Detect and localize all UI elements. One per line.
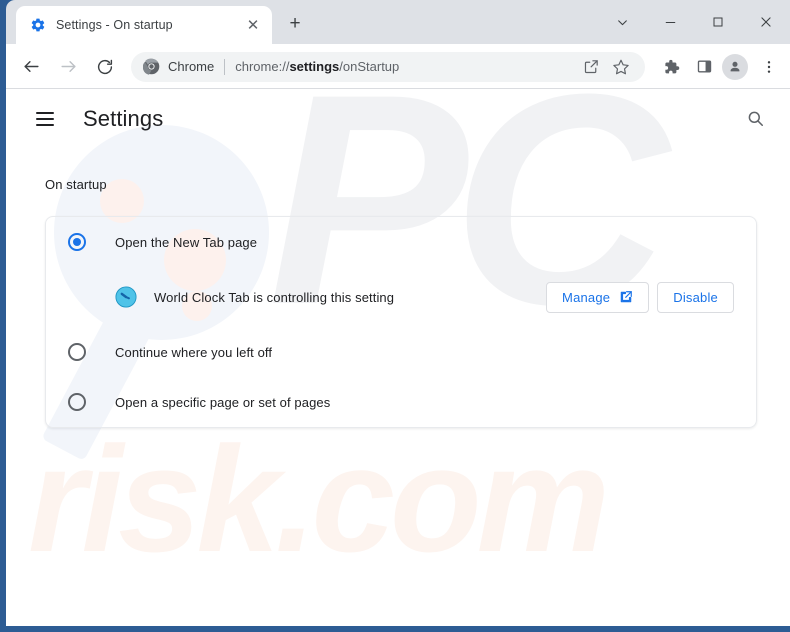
omnibox-url: chrome://settings/onStartup bbox=[235, 59, 575, 74]
extension-notice-text: World Clock Tab is controlling this sett… bbox=[154, 289, 395, 305]
url-bold-segment: settings bbox=[289, 59, 340, 74]
on-startup-card: Open the New Tab page World Clock Tab is… bbox=[45, 216, 757, 428]
reload-icon[interactable] bbox=[90, 52, 120, 82]
startup-option-specific-pages[interactable]: Open a specific page or set of pages bbox=[46, 377, 756, 427]
side-panel-icon[interactable] bbox=[689, 52, 719, 82]
omnibox-actions bbox=[575, 53, 635, 81]
star-icon[interactable] bbox=[607, 53, 635, 81]
option-label: Continue where you left off bbox=[115, 344, 273, 360]
url-suffix: /onStartup bbox=[339, 59, 400, 74]
tab-title: Settings - On startup bbox=[56, 18, 173, 32]
extension-notice-buttons: Manage Disable bbox=[546, 281, 734, 313]
omnibox-scheme-label: Chrome bbox=[168, 59, 215, 74]
share-icon[interactable] bbox=[577, 53, 605, 81]
three-dot-menu-icon[interactable] bbox=[754, 52, 784, 82]
watermark-domain: risk.com bbox=[28, 415, 610, 583]
browser-tab[interactable]: Settings - On startup ✕ bbox=[16, 6, 272, 44]
browser-window: Settings - On startup ✕ + Chrome chrome:… bbox=[0, 0, 790, 632]
tab-strip: Settings - On startup ✕ + bbox=[6, 0, 790, 44]
back-arrow-icon[interactable] bbox=[16, 52, 46, 82]
radio-button-unselected[interactable] bbox=[68, 343, 86, 361]
chrome-logo-icon bbox=[142, 58, 160, 75]
gear-icon bbox=[30, 17, 46, 33]
world-clock-tab-icon bbox=[115, 286, 137, 308]
forward-arrow-icon bbox=[53, 52, 83, 82]
radio-button-selected[interactable] bbox=[68, 233, 86, 251]
address-bar[interactable]: Chrome chrome://settings/onStartup bbox=[131, 51, 645, 82]
option-label: Open the New Tab page bbox=[115, 234, 258, 250]
manage-button-label: Manage bbox=[562, 289, 611, 305]
settings-page: PC risk.com Settings On startup Open the… bbox=[6, 89, 790, 626]
puzzle-piece-icon[interactable] bbox=[656, 52, 686, 82]
manage-button[interactable]: Manage bbox=[546, 281, 650, 313]
external-link-icon bbox=[619, 290, 633, 304]
hamburger-menu-icon[interactable] bbox=[28, 102, 62, 136]
omnibox-divider bbox=[224, 58, 226, 75]
window-controls bbox=[598, 0, 790, 44]
browser-toolbar: Chrome chrome://settings/onStartup bbox=[6, 44, 790, 89]
section-heading: On startup bbox=[45, 177, 107, 192]
new-tab-button[interactable]: + bbox=[281, 9, 309, 37]
startup-option-continue[interactable]: Continue where you left off bbox=[46, 327, 756, 377]
disable-button-label: Disable bbox=[673, 289, 718, 305]
disable-button[interactable]: Disable bbox=[657, 281, 734, 313]
close-window-icon[interactable] bbox=[742, 0, 790, 44]
close-icon[interactable]: ✕ bbox=[242, 14, 264, 36]
startup-option-new-tab[interactable]: Open the New Tab page bbox=[46, 217, 756, 267]
tab-search-chevron-down-icon[interactable] bbox=[598, 0, 646, 44]
option-label: Open a specific page or set of pages bbox=[115, 394, 331, 410]
radio-button-unselected[interactable] bbox=[68, 393, 86, 411]
url-prefix: chrome:// bbox=[235, 59, 290, 74]
maximize-icon[interactable] bbox=[694, 0, 742, 44]
settings-header: Settings bbox=[6, 89, 790, 148]
minimize-icon[interactable] bbox=[646, 0, 694, 44]
extension-control-notice: World Clock Tab is controlling this sett… bbox=[46, 267, 756, 327]
page-title: Settings bbox=[83, 105, 164, 131]
person-avatar-icon[interactable] bbox=[722, 53, 748, 80]
search-icon[interactable] bbox=[738, 102, 772, 136]
